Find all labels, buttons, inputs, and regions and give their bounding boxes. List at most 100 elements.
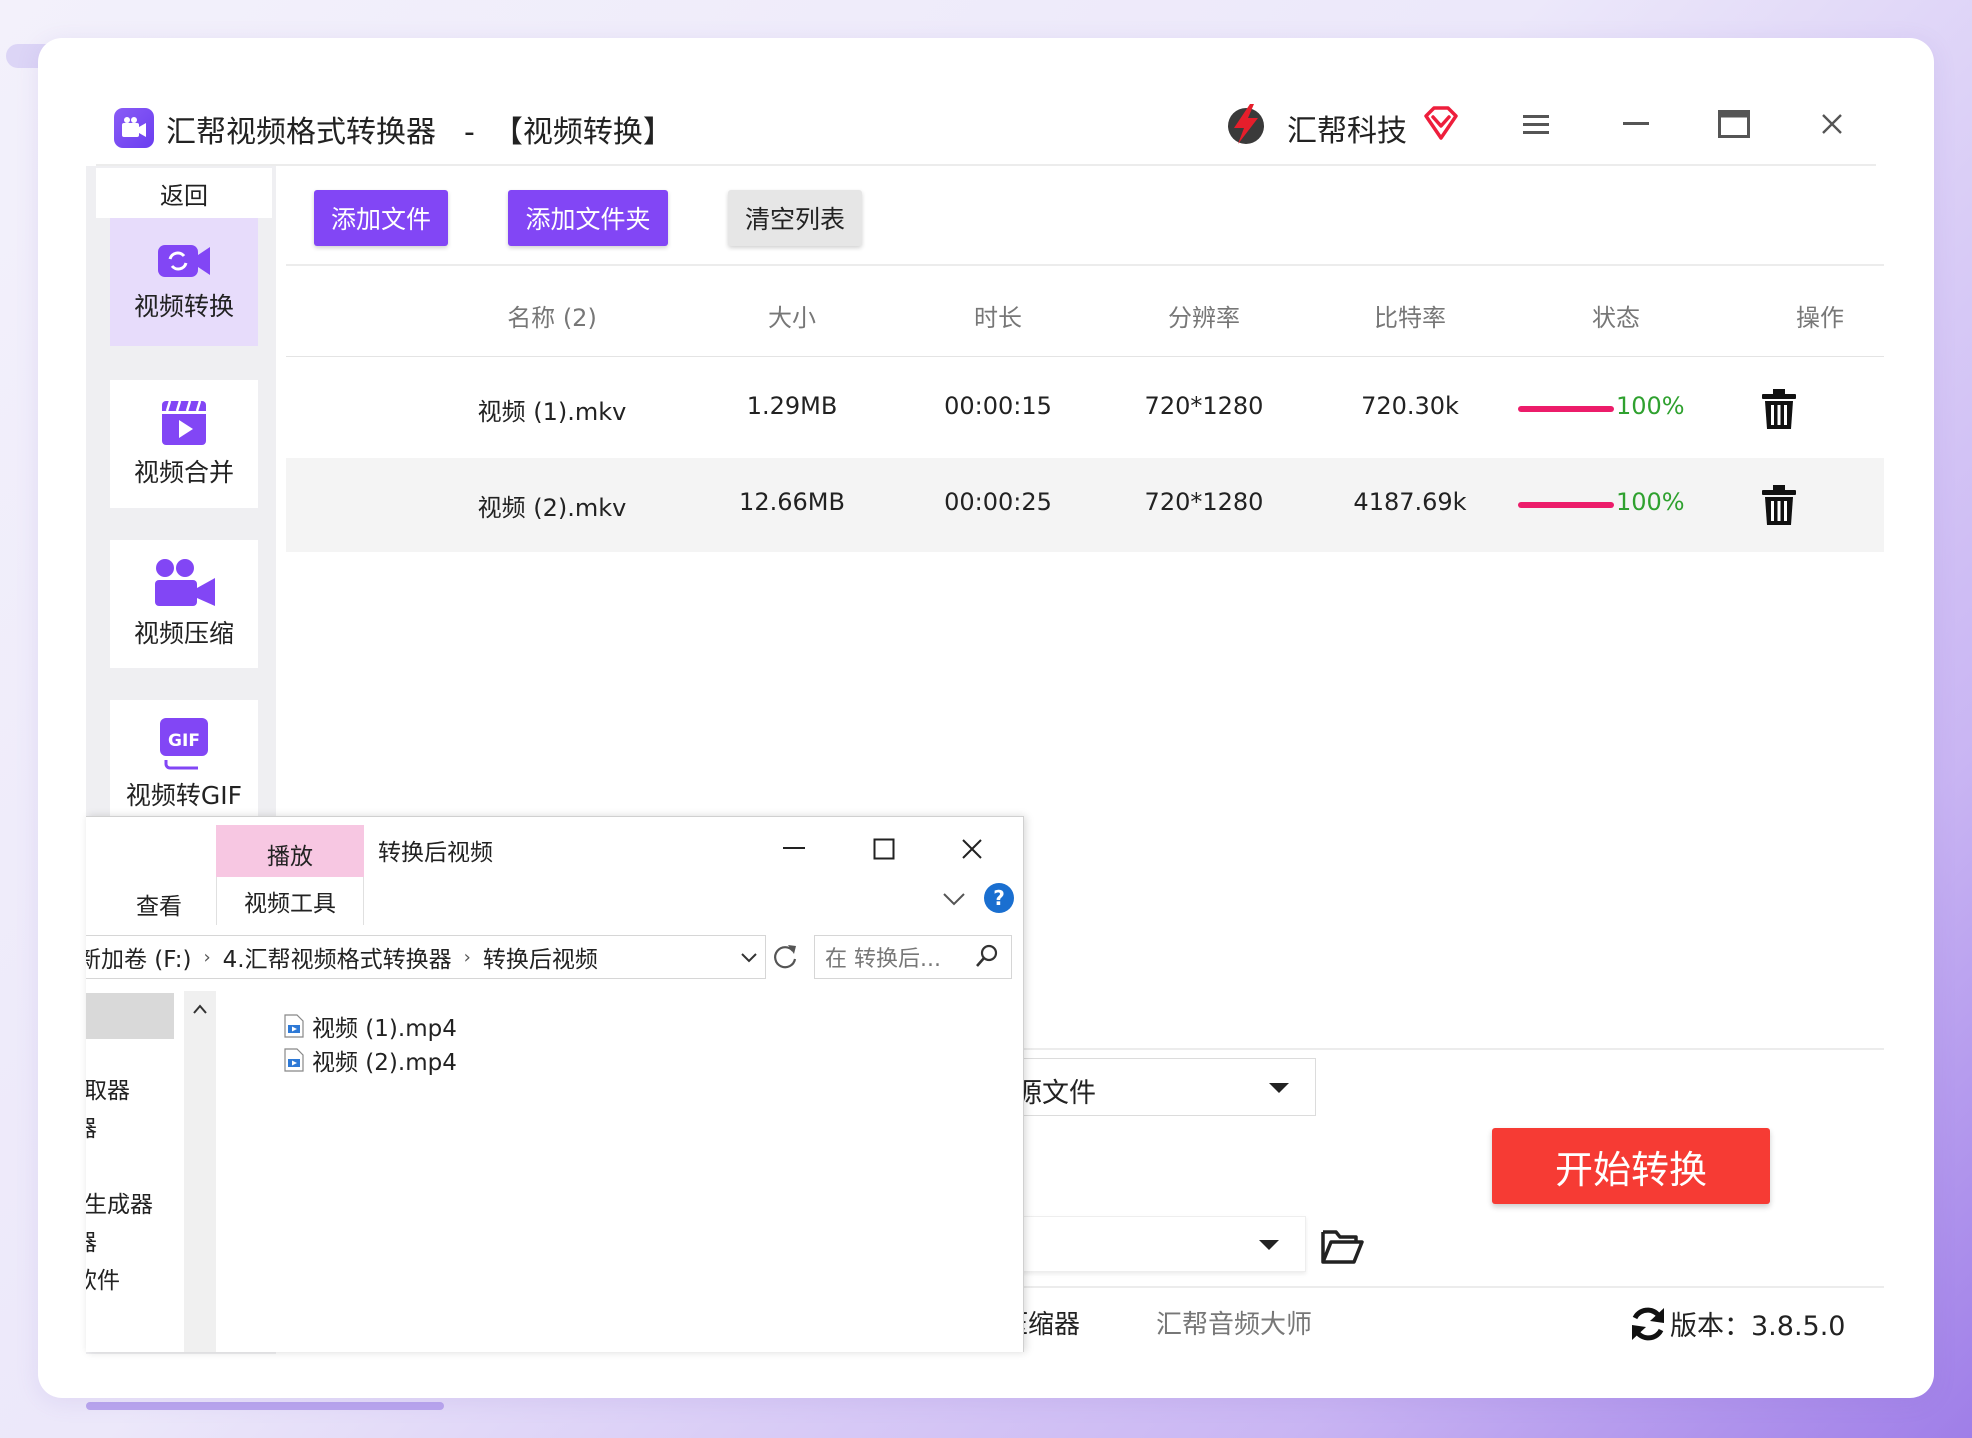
- tab-view[interactable]: 查看: [136, 887, 182, 921]
- nav-item[interactable]: 器: [86, 1109, 97, 1143]
- chevron-down-icon[interactable]: [740, 951, 758, 965]
- section-name: 【视频转换】: [492, 115, 673, 150]
- sidebar-item-label: 视频压缩: [133, 619, 234, 648]
- version-label: 版本：3.8.5.0: [1670, 1311, 1846, 1342]
- column-name[interactable]: 名称 (2): [412, 298, 692, 333]
- explorer-close-button[interactable]: [954, 831, 990, 867]
- cell-resolution: 720*1280: [1144, 488, 1264, 516]
- maximize-icon: [1718, 110, 1750, 138]
- explorer-minimize-button[interactable]: [776, 831, 812, 867]
- scroll-up-icon[interactable]: [192, 1003, 208, 1015]
- cell-size: 1.29MB: [746, 392, 838, 420]
- title-bar: 汇帮视频格式转换器 - 【视频转换】 汇帮科技: [82, 82, 1884, 166]
- add-folder-button[interactable]: 添加文件夹: [508, 190, 668, 246]
- hamburger-icon: [1523, 115, 1549, 134]
- minimize-icon: [783, 847, 805, 849]
- file-item[interactable]: 视频 (2).mp4: [284, 1043, 457, 1077]
- table-row[interactable]: 视频 (1).mkv 1.29MB 00:00:15 720*1280 720.…: [286, 362, 1884, 456]
- status-percent: 100%: [1616, 488, 1685, 516]
- close-icon: [1822, 114, 1842, 134]
- menu-button[interactable]: [1516, 104, 1556, 144]
- file-name: 视频 (2).mp4: [312, 1050, 457, 1076]
- output-format-value: 源文件: [1015, 1078, 1096, 1109]
- nav-scrollbar[interactable]: [184, 991, 216, 1352]
- progress-bar: [1518, 406, 1614, 412]
- app-logo-icon: [114, 108, 154, 148]
- delete-icon[interactable]: [1760, 484, 1798, 526]
- video-convert-icon: [158, 245, 210, 277]
- toolbar-divider: [286, 264, 1884, 266]
- file-name: 视频 (1).mp4: [312, 1016, 457, 1042]
- vip-diamond-icon[interactable]: [1422, 104, 1460, 142]
- refresh-icon[interactable]: [1628, 1304, 1668, 1344]
- column-duration[interactable]: 时长: [928, 298, 1068, 333]
- file-explorer-window: 播放 视频工具 查看 转换后视频 ? 新加卷 (F:) › 4.汇帮视频格式转换…: [86, 816, 1024, 1352]
- add-file-button[interactable]: 添加文件: [314, 190, 448, 246]
- close-icon: [962, 839, 982, 859]
- gif-icon: GIF: [160, 718, 208, 770]
- back-button[interactable]: 返回: [96, 168, 272, 218]
- cell-duration: 00:00:25: [944, 488, 1052, 516]
- app-name: 汇帮视频格式转换器: [166, 115, 436, 150]
- brand-name: 汇帮科技: [1287, 114, 1407, 149]
- cell-bitrate: 4187.69k: [1353, 488, 1467, 516]
- cell-size: 12.66MB: [739, 488, 845, 516]
- nav-item[interactable]: 取器: [86, 1071, 130, 1105]
- breadcrumb-drive[interactable]: 新加卷 (F:): [86, 940, 191, 974]
- nav-selected-item[interactable]: [86, 993, 174, 1039]
- ribbon-expand-icon[interactable]: [942, 891, 966, 907]
- column-action: 操作: [1796, 304, 1844, 332]
- minimize-button[interactable]: [1616, 104, 1656, 144]
- maximize-button[interactable]: [1714, 104, 1754, 144]
- nav-item[interactable]: 生成器: [86, 1185, 153, 1219]
- background-bar: [86, 1402, 444, 1410]
- sidebar-item-label: 视频转换: [133, 292, 234, 321]
- close-button[interactable]: [1812, 104, 1852, 144]
- nav-item[interactable]: 软件: [86, 1261, 120, 1295]
- column-size[interactable]: 大小: [722, 298, 862, 333]
- title-divider: [96, 164, 1876, 166]
- video-compress-icon: [155, 559, 215, 606]
- chevron-down-icon: [1269, 1083, 1289, 1093]
- cell-bitrate: 720.30k: [1361, 392, 1459, 420]
- file-item[interactable]: 视频 (1).mp4: [284, 1009, 457, 1043]
- explorer-refresh-icon[interactable]: [772, 943, 798, 971]
- chevron-down-icon: [1259, 1240, 1279, 1250]
- cell-duration: 00:00:15: [944, 392, 1052, 420]
- column-status[interactable]: 状态: [1546, 298, 1686, 333]
- app-title: 汇帮视频格式转换器 - 【视频转换】: [166, 107, 673, 151]
- column-resolution[interactable]: 分辨率: [1134, 298, 1274, 333]
- sidebar-item-video-convert[interactable]: 视频转换: [110, 218, 258, 346]
- maximize-icon: [873, 838, 895, 860]
- title-separator: -: [464, 115, 475, 150]
- breadcrumb-arrow-icon: ›: [463, 946, 471, 968]
- footer-link-audio-master[interactable]: 汇帮音频大师: [1156, 1304, 1312, 1341]
- open-folder-icon[interactable]: [1320, 1226, 1364, 1266]
- video-file-icon: [284, 1014, 304, 1038]
- tab-video-tools[interactable]: 视频工具: [216, 877, 364, 925]
- explorer-maximize-button[interactable]: [866, 831, 902, 867]
- minimize-icon: [1623, 122, 1649, 125]
- breadcrumb-current[interactable]: 转换后视频: [483, 940, 598, 974]
- progress-bar: [1518, 502, 1614, 508]
- search-icon[interactable]: [974, 943, 1000, 969]
- sidebar-item-video-merge[interactable]: 视频合并: [110, 380, 258, 508]
- sidebar-item-label: 视频转GIF: [125, 781, 243, 810]
- column-bitrate[interactable]: 比特率: [1340, 298, 1480, 333]
- help-icon[interactable]: ?: [984, 883, 1014, 913]
- cell-name: 视频 (2).mkv: [477, 494, 627, 522]
- breadcrumb-folder[interactable]: 4.汇帮视频格式转换器: [223, 940, 452, 974]
- sidebar-item-video-compress[interactable]: 视频压缩: [110, 540, 258, 668]
- clear-list-button[interactable]: 清空列表: [728, 190, 862, 246]
- sidebar-item-video-gif[interactable]: GIF 视频转GIF: [110, 700, 258, 828]
- tab-play[interactable]: 播放: [216, 825, 364, 877]
- nav-item[interactable]: 器: [86, 1223, 97, 1257]
- table-row[interactable]: 视频 (2).mkv 12.66MB 00:00:25 720*1280 418…: [286, 458, 1884, 552]
- address-bar[interactable]: 新加卷 (F:) › 4.汇帮视频格式转换器 › 转换后视频: [86, 935, 766, 979]
- sidebar-item-label: 视频合并: [133, 458, 234, 487]
- table-header-divider: [286, 356, 1884, 357]
- start-convert-button[interactable]: 开始转换: [1492, 1128, 1770, 1204]
- video-file-icon: [284, 1048, 304, 1072]
- cell-resolution: 720*1280: [1144, 392, 1264, 420]
- delete-icon[interactable]: [1760, 388, 1798, 430]
